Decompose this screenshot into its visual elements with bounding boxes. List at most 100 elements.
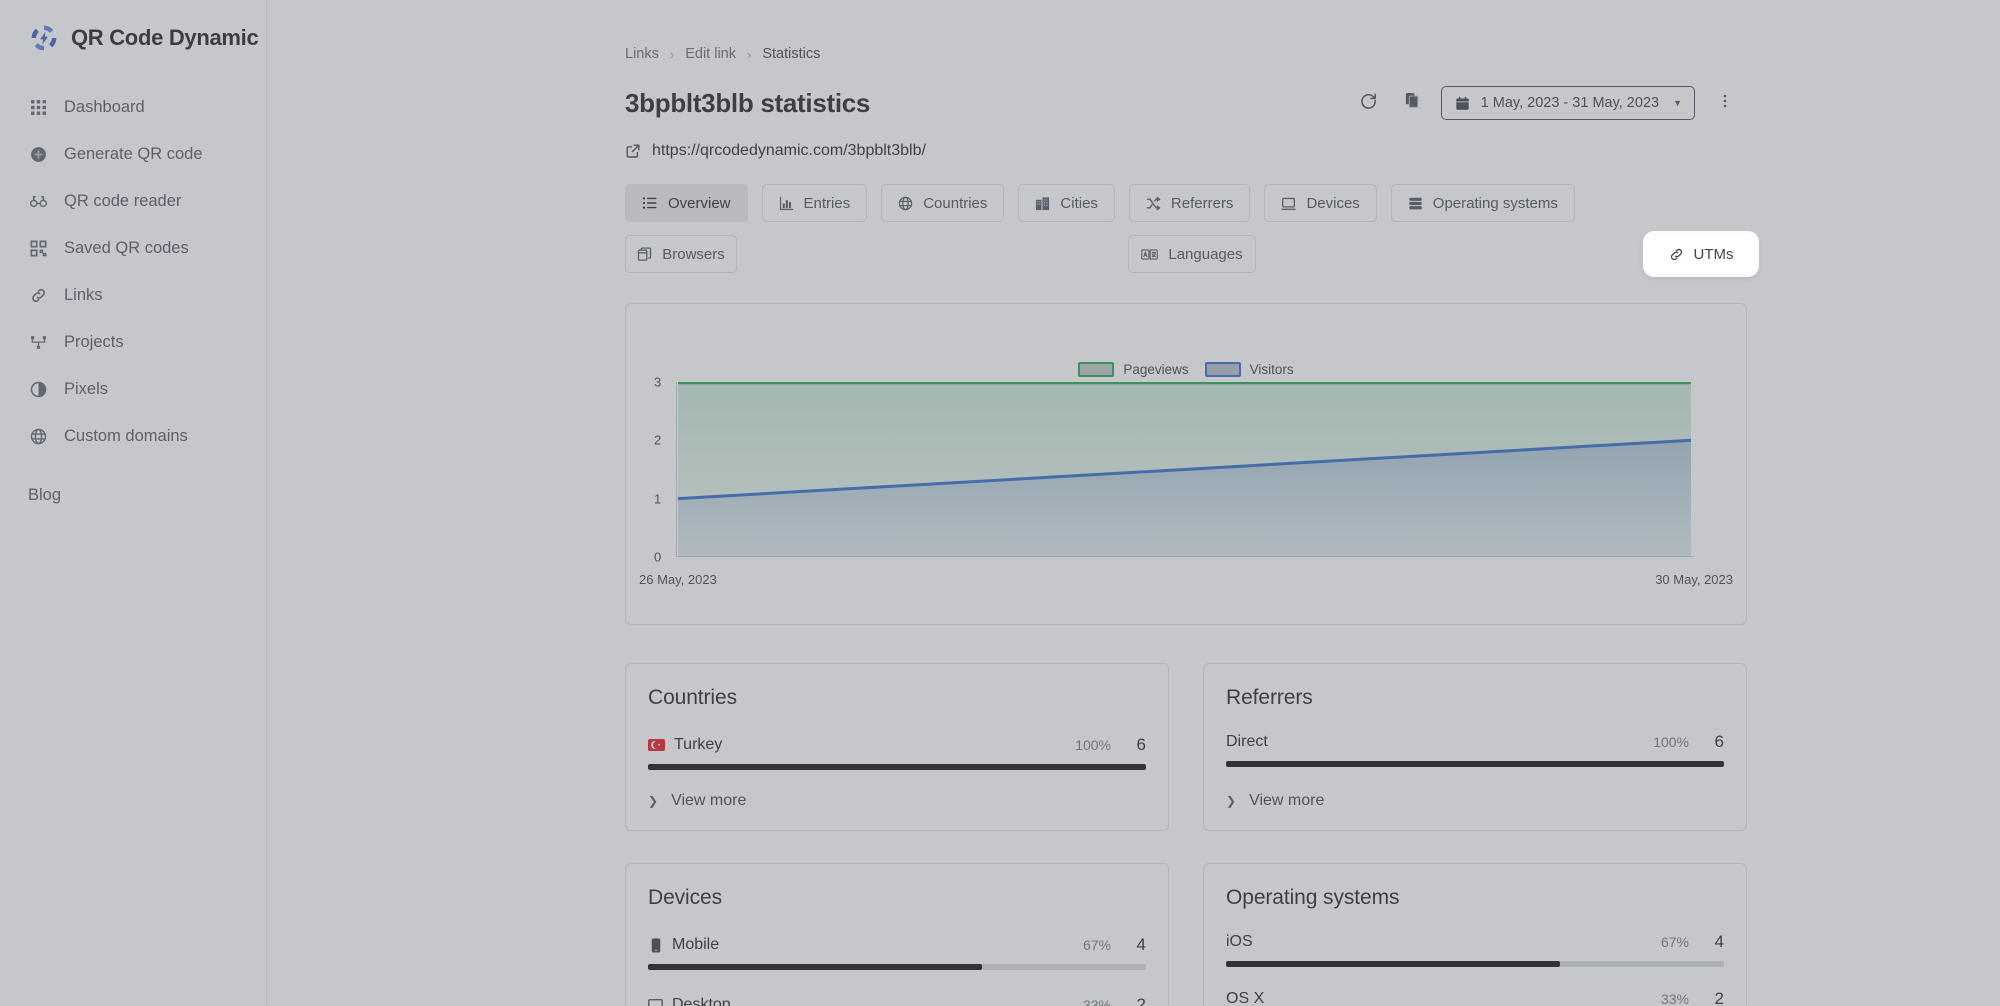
stat-percent: 67% bbox=[1660, 934, 1689, 950]
qr-dynamic-logo-icon bbox=[28, 22, 60, 54]
breadcrumb-edit-link[interactable]: Edit link bbox=[685, 46, 736, 62]
stat-bar-fill bbox=[1226, 761, 1724, 767]
tab-label: Operating systems bbox=[1432, 194, 1558, 212]
breadcrumb-separator: › bbox=[746, 46, 752, 62]
tab-label: Entries bbox=[803, 194, 851, 212]
grid-icon bbox=[29, 98, 48, 117]
copy-button[interactable] bbox=[1391, 84, 1435, 122]
card-countries: Countries Turkey 100% 6 ❯ View more bbox=[625, 663, 1169, 831]
stat-cards-row-2: Devices Mobile 67% 4 Desktop 33% 2 Opera… bbox=[625, 863, 1747, 1006]
stat-percent: 33% bbox=[1660, 991, 1689, 1006]
sidebar-item-label: Pixels bbox=[64, 380, 109, 398]
glasses-icon bbox=[29, 192, 48, 211]
legend-label: Pageviews bbox=[1123, 362, 1189, 377]
tab-label: Cities bbox=[1060, 194, 1098, 212]
tab-label: Referrers bbox=[1170, 194, 1234, 212]
stat-cards-row-1: Countries Turkey 100% 6 ❯ View more Refe… bbox=[625, 663, 1747, 831]
chart-x-tick-end: 30 May, 2023 bbox=[1655, 572, 1733, 587]
stat-row[interactable]: Turkey 100% 6 bbox=[648, 735, 1146, 770]
tabs-spacer bbox=[751, 235, 1114, 273]
half-circle-icon bbox=[29, 380, 48, 399]
sidebar-item-blog[interactable]: Blog bbox=[0, 472, 266, 519]
view-more-label: View more bbox=[1249, 792, 1325, 809]
external-link-icon bbox=[625, 143, 641, 159]
stat-row[interactable]: OS X 33% 2 bbox=[1226, 989, 1724, 1006]
tab-cities[interactable]: Cities bbox=[1018, 184, 1115, 222]
sidebar-item-label: Dashboard bbox=[64, 98, 145, 116]
brand-logo[interactable]: QR Code Dynamic bbox=[0, 0, 266, 54]
sidebar-item-links[interactable]: Links bbox=[0, 272, 266, 319]
sidebar-item-pixels[interactable]: Pixels bbox=[0, 366, 266, 413]
view-more-button[interactable]: ❯ View more bbox=[1226, 792, 1724, 810]
card-title: Devices bbox=[648, 886, 722, 909]
stat-percent: 33% bbox=[1082, 997, 1111, 1006]
chart-legend: Pageviews Visitors bbox=[626, 362, 1746, 377]
breadcrumb-separator: › bbox=[669, 46, 675, 62]
tab-languages[interactable]: Languages bbox=[1128, 235, 1256, 273]
link-icon bbox=[29, 286, 48, 305]
breadcrumb-links[interactable]: Links bbox=[625, 46, 659, 62]
view-more-label: View more bbox=[671, 792, 747, 809]
tab-label: Overview bbox=[668, 194, 731, 212]
stat-row[interactable]: iOS 67% 4 bbox=[1226, 932, 1724, 967]
tab-entries[interactable]: Entries bbox=[761, 184, 868, 222]
globe-icon bbox=[29, 427, 48, 446]
mobile-icon bbox=[648, 937, 663, 953]
chart-y-tick: 1 bbox=[654, 491, 662, 507]
sidebar-item-label: Links bbox=[64, 286, 103, 304]
breadcrumb-statistics[interactable]: Statistics bbox=[762, 46, 820, 62]
tab-referrers[interactable]: Referrers bbox=[1128, 184, 1251, 222]
legend-item-pageviews[interactable]: Pageviews bbox=[1078, 362, 1189, 377]
translate-icon bbox=[1141, 247, 1159, 262]
link-url-row[interactable]: https://qrcodedynamic.com/3bpblt3blb/ bbox=[625, 142, 2000, 160]
card-operating-systems: Operating systems iOS 67% 4 OS X 33% 2 bbox=[1203, 863, 1747, 1006]
tab-countries[interactable]: Countries bbox=[881, 184, 1005, 222]
sidebar-item-saved-qr-codes[interactable]: Saved QR codes bbox=[0, 225, 266, 272]
card-devices: Devices Mobile 67% 4 Desktop 33% 2 bbox=[625, 863, 1169, 1006]
refresh-button[interactable] bbox=[1347, 84, 1391, 122]
sitemap-icon bbox=[29, 333, 48, 352]
view-more-button[interactable]: ❯ View more bbox=[648, 792, 1146, 810]
stat-row[interactable]: Mobile 67% 4 bbox=[648, 935, 1146, 970]
chevron-right-icon: ❯ bbox=[648, 794, 659, 808]
sidebar-item-projects[interactable]: Projects bbox=[0, 319, 266, 366]
more-options-button[interactable] bbox=[1703, 84, 1747, 122]
stat-row[interactable]: Direct 100% 6 bbox=[1226, 732, 1724, 767]
tab-utms[interactable]: UTMs bbox=[1647, 235, 1755, 273]
stat-bar-fill bbox=[648, 764, 1146, 770]
copy-icon bbox=[1404, 92, 1421, 114]
card-title: Referrers bbox=[1226, 686, 1313, 709]
stats-tabs-row-2: Browsers Languages UTMs bbox=[625, 235, 1755, 273]
stat-row[interactable]: Desktop 33% 2 bbox=[648, 995, 1146, 1006]
title-row: 3bpblt3blb statistics 1 May, 2023 - 31 M… bbox=[625, 84, 1747, 122]
main-content: Links › Edit link › Statistics 3bpblt3bl… bbox=[267, 0, 2000, 1006]
tab-devices[interactable]: Devices bbox=[1264, 184, 1377, 222]
chart-x-tick-start: 26 May, 2023 bbox=[639, 572, 717, 587]
sidebar-item-dashboard[interactable]: Dashboard bbox=[0, 84, 266, 131]
tab-operating-systems[interactable]: Operating systems bbox=[1390, 184, 1575, 222]
stats-tabs: Overview Entries Countries Cities Referr… bbox=[625, 184, 1755, 273]
tab-label: UTMs bbox=[1693, 245, 1734, 263]
chart-series-svg bbox=[677, 382, 1692, 557]
sidebar-item-qr-code-reader[interactable]: QR code reader bbox=[0, 178, 266, 225]
tab-label: Countries bbox=[923, 194, 988, 212]
date-range-picker[interactable]: 1 May, 2023 - 31 May, 2023 ▼ bbox=[1440, 86, 1695, 120]
stat-value: 2 bbox=[1136, 995, 1146, 1006]
stat-value: 4 bbox=[1136, 935, 1146, 954]
sidebar-item-label: Generate QR code bbox=[64, 145, 203, 163]
sidebar-item-generate-qr-code[interactable]: Generate QR code bbox=[0, 131, 266, 178]
sidebar-item-custom-domains[interactable]: Custom domains bbox=[0, 413, 266, 460]
refresh-icon bbox=[1359, 91, 1378, 115]
tab-label: Languages bbox=[1168, 245, 1243, 263]
stat-bar-track bbox=[1226, 761, 1724, 767]
stat-value: 6 bbox=[1136, 735, 1146, 754]
stat-percent: 100% bbox=[1653, 734, 1689, 750]
tab-overview[interactable]: Overview bbox=[625, 184, 748, 222]
tab-browsers[interactable]: Browsers bbox=[625, 235, 737, 273]
stat-name: OS X bbox=[1226, 990, 1265, 1006]
sidebar-item-label: QR code reader bbox=[64, 192, 182, 210]
stat-bar-track bbox=[648, 964, 1146, 970]
stat-percent: 67% bbox=[1082, 937, 1111, 953]
chart-plot-area: 3 2 1 0 bbox=[654, 375, 1694, 565]
legend-item-visitors[interactable]: Visitors bbox=[1204, 362, 1294, 377]
